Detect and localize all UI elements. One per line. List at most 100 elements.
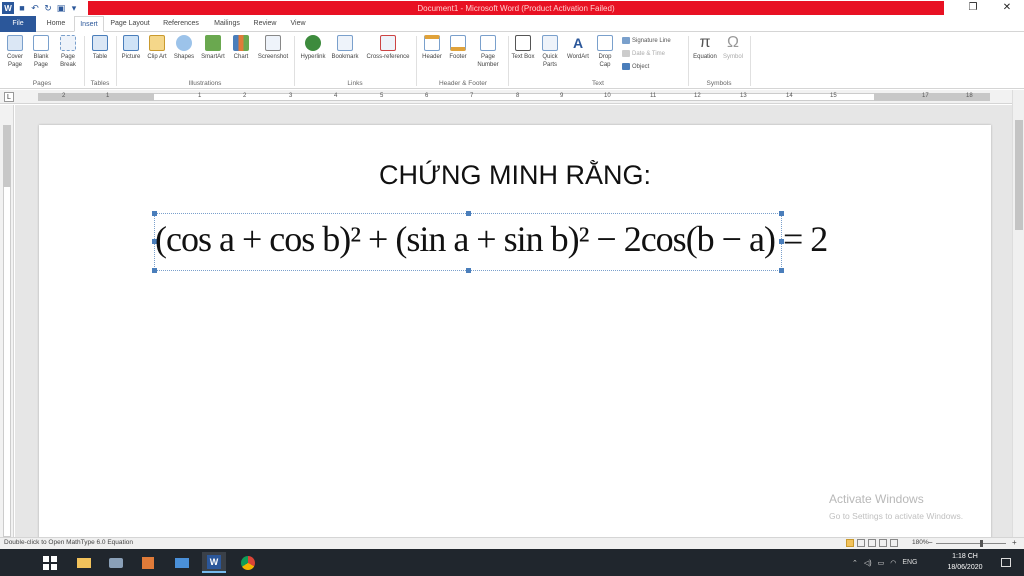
media-icon (142, 556, 154, 569)
notifications-button[interactable] (994, 552, 1018, 573)
battery-icon[interactable]: ▭ (878, 559, 885, 567)
outline-view-button[interactable] (879, 539, 887, 547)
tray-expand-icon[interactable]: ⌃ (852, 559, 858, 567)
vertical-scrollbar[interactable] (1012, 90, 1024, 537)
screenshot-button[interactable]: Screenshot (255, 35, 291, 61)
page-number-button[interactable]: Page Number (472, 35, 504, 69)
word-taskbar-button[interactable]: W (202, 552, 226, 573)
group-tables: Tables (90, 80, 110, 87)
header-icon (424, 35, 440, 51)
zoom-in-icon[interactable]: + (1012, 538, 1017, 547)
tab-page-layout[interactable]: Page Layout (106, 16, 154, 32)
web-layout-view-button[interactable] (868, 539, 876, 547)
text-box-button[interactable]: Text Box (511, 35, 535, 61)
file-explorer-button[interactable] (72, 552, 96, 573)
date-time-button[interactable]: Date & Time (622, 50, 665, 57)
tab-home[interactable]: Home (40, 16, 72, 32)
ruler-number: 4 (334, 93, 338, 99)
chart-icon (233, 35, 249, 51)
start-button[interactable] (38, 552, 62, 573)
customize-qat-icon[interactable]: ▾ (69, 3, 79, 13)
chrome-taskbar-button[interactable] (236, 552, 260, 573)
full-screen-reading-view-button[interactable] (857, 539, 865, 547)
picture-button[interactable]: Picture (120, 35, 142, 61)
smartart-button[interactable]: SmartArt (199, 35, 227, 61)
tab-mailings[interactable]: Mailings (208, 16, 246, 32)
quick-access-toolbar: W ■ ↶ ↻ ▣ ▾ (0, 0, 79, 16)
hyperlink-button[interactable]: Hyperlink (297, 35, 329, 61)
volume-icon[interactable]: ◁) (864, 559, 872, 567)
close-button[interactable]: ✕ (992, 0, 1022, 16)
ruler-number: 13 (740, 93, 747, 99)
camera-app-button[interactable] (104, 552, 128, 573)
zoom-level[interactable]: 180% (912, 539, 929, 546)
equation-button[interactable]: π Equation (691, 35, 719, 61)
language-indicator[interactable]: ENG (902, 559, 917, 566)
cover-page-button[interactable]: Cover Page (4, 35, 26, 69)
clock[interactable]: 1:18 CH 18/06/2020 (940, 551, 990, 573)
symbol-button[interactable]: Ω Symbol (720, 35, 746, 61)
clock-date: 18/06/2020 (947, 564, 983, 571)
page-number-icon (480, 35, 496, 51)
wordart-button[interactable]: A WordArt (564, 35, 592, 61)
restore-button[interactable]: ❐ (958, 0, 988, 16)
mathtype-equation-object[interactable]: (cos a + cos b)² + (sin a + sin b)² − 2c… (152, 211, 828, 273)
text-box-icon (515, 35, 531, 51)
document-page[interactable]: CHỨNG MINH RẰNG: (cos a + cos b)² + (sin… (39, 125, 991, 545)
quick-parts-button[interactable]: Quick Parts (537, 35, 563, 69)
signature-line-button[interactable]: Signature Line (622, 37, 671, 44)
tab-review[interactable]: Review (250, 16, 280, 32)
mail-app-button[interactable] (170, 552, 194, 573)
system-tray: ⌃ ◁) ▭ ◠ ENG (852, 549, 918, 576)
chart-button[interactable]: Chart (230, 35, 252, 61)
blank-page-button[interactable]: Blank Page (30, 35, 52, 69)
undo-icon[interactable]: ↶ (30, 3, 40, 13)
redo-icon[interactable]: ↻ (43, 3, 53, 13)
media-app-button[interactable] (136, 552, 160, 573)
save-icon[interactable]: ■ (17, 3, 27, 13)
bookmark-button[interactable]: Bookmark (329, 35, 361, 61)
chrome-icon (241, 555, 255, 570)
table-button[interactable]: Table (88, 35, 112, 61)
smartart-icon (205, 35, 221, 51)
tab-file[interactable]: File (0, 16, 36, 32)
tab-selector-icon[interactable]: L (4, 92, 14, 102)
cover-page-icon (7, 35, 23, 51)
group-symbols: Symbols (706, 80, 732, 87)
clock-time: 1:18 CH (952, 553, 978, 560)
ruler-number: 11 (650, 93, 657, 99)
tab-references[interactable]: References (158, 16, 204, 32)
zoom-slider-handle[interactable] (980, 540, 983, 547)
zoom-slider[interactable] (936, 543, 1006, 544)
vertical-ruler[interactable] (0, 105, 14, 537)
word-icon: W (207, 554, 221, 569)
document-area[interactable]: CHỨNG MINH RẰNG: (cos a + cos b)² + (sin… (15, 105, 1012, 545)
print-layout-view-button[interactable] (846, 539, 854, 547)
tab-view[interactable]: View (284, 16, 312, 32)
drop-cap-button[interactable]: Drop Cap (593, 35, 617, 69)
title-bar: W ■ ↶ ↻ ▣ ▾ Document1 - Microsoft Word (… (0, 0, 1024, 16)
zoom-out-icon[interactable]: − (928, 538, 933, 547)
horizontal-ruler[interactable]: L 2 1 1 2 3 4 5 6 7 8 9 10 11 12 13 14 1… (0, 90, 1024, 104)
equation-text: (cos a + cos b)² + (sin a + sin b)² − 2c… (155, 219, 828, 259)
cross-reference-button[interactable]: Cross-reference (362, 35, 414, 61)
tab-insert[interactable]: Insert (74, 16, 104, 32)
scrollbar-thumb[interactable] (1015, 120, 1023, 230)
print-preview-icon[interactable]: ▣ (56, 3, 66, 13)
ruler-number: 10 (604, 93, 611, 99)
draft-view-button[interactable] (890, 539, 898, 547)
page-break-button[interactable]: Page Break (56, 35, 80, 69)
status-bar: Double-click to Open MathType 6.0 Equati… (0, 537, 1024, 549)
ruler-number: 15 (830, 93, 837, 99)
word-logo-icon[interactable]: W (2, 2, 14, 14)
document-heading[interactable]: CHỨNG MINH RẰNG: (39, 160, 991, 191)
header-button[interactable]: Header (419, 35, 445, 61)
shapes-button[interactable]: Shapes (172, 35, 196, 61)
ruler-number: 2 (62, 93, 66, 99)
clip-art-button[interactable]: Clip Art (146, 35, 168, 61)
object-button[interactable]: Object (622, 63, 649, 70)
ruler-number: 8 (516, 93, 520, 99)
footer-button[interactable]: Footer (446, 35, 470, 61)
wifi-icon[interactable]: ◠ (890, 559, 896, 567)
clip-art-icon (149, 35, 165, 51)
